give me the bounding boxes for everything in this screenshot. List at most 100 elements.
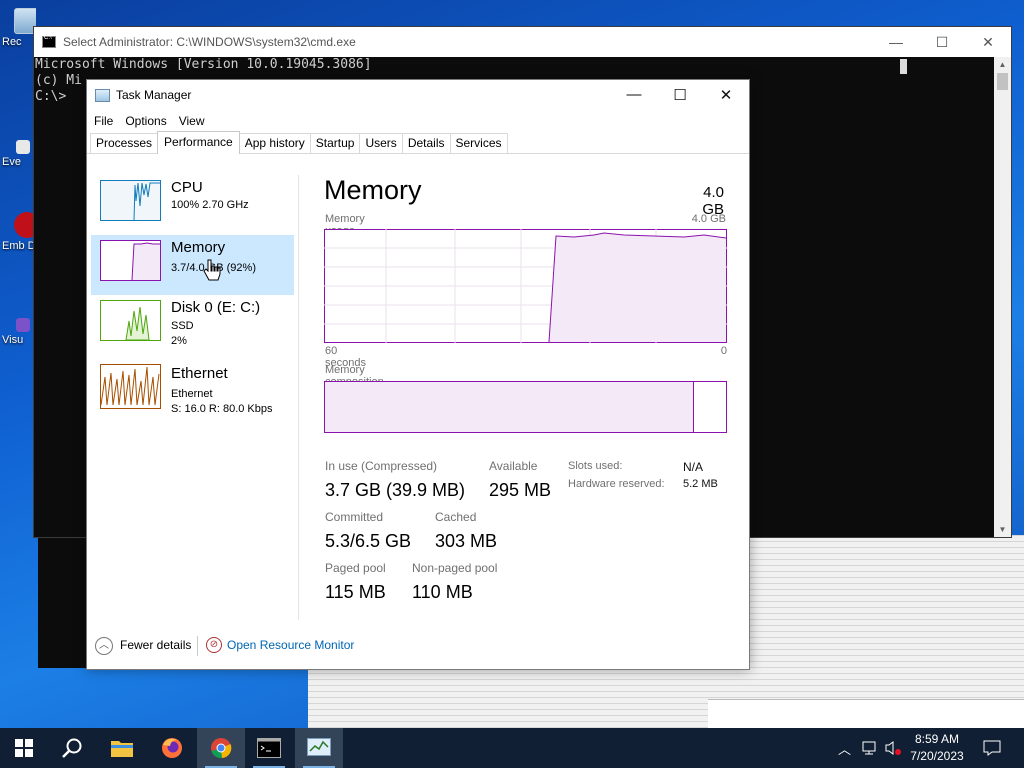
maximize-button[interactable]: ☐ [919,34,965,51]
cmd-app-icon [42,35,56,48]
notification-icon [983,740,1001,756]
scroll-down-arrow-icon[interactable]: ▼ [994,525,1011,534]
taskbar-chrome[interactable] [197,728,245,768]
hardware-reserved-value: 5.2 MB [683,478,718,490]
menu-view[interactable]: View [179,114,205,128]
tab-startup[interactable]: Startup [309,133,361,153]
paged-pool-label: Paged pool [325,561,386,575]
taskbar-file-explorer[interactable] [98,728,146,768]
search-button[interactable] [48,728,96,768]
graph-time-end: 0 [720,345,727,357]
tab-app-history[interactable]: App history [238,133,311,153]
slots-used-label: Slots used: [568,460,623,472]
memory-usage-graph [324,229,727,343]
search-icon [62,738,82,758]
visual-studio-icon [16,318,30,332]
tab-processes[interactable]: Processes [90,133,159,153]
system-clock[interactable]: 8:59 AM 7/20/2023 [902,731,972,765]
non-paged-pool-value: 110 MB [412,582,473,602]
in-use-label: In use (Compressed) [325,459,438,473]
memory-thumbnail-graph [100,240,161,281]
menu-options[interactable]: Options [125,114,166,128]
desktop-icon-recycle-bin[interactable]: Rec [2,8,36,48]
console-cursor [900,59,907,74]
action-center-button[interactable] [983,728,1001,768]
clock-time: 8:59 AM [914,732,960,746]
chevron-up-icon[interactable]: ︿ [95,637,113,655]
console-line: Microsoft Windows [Version 10.0.19045.30… [35,57,372,72]
show-hidden-icons-button[interactable]: ︿ [838,728,851,768]
task-manager-icon [307,738,331,756]
scrollbar-thumb[interactable] [997,73,1008,90]
hardware-reserved-label: Hardware reserved: [568,478,665,490]
cached-label: Cached [435,510,477,524]
windows-logo-icon [15,739,33,757]
cpu-thumbnail-graph [100,180,161,221]
close-button[interactable]: ✕ [965,34,1011,51]
committed-value: 5.3/6.5 GB [325,531,412,551]
fewer-details-link[interactable]: Fewer details [120,638,191,652]
sidebar-item-ethernet[interactable]: Ethernet Ethernet S: 16.0 R: 80.0 Kbps [91,361,294,421]
available-label: Available [489,459,538,473]
cached-value: 303 MB [435,531,498,551]
desktop-icon-embarcadero[interactable]: Emb De [2,212,36,252]
task-manager-window[interactable]: Task Manager — ☐ ✕ File Options View Pro… [86,79,750,670]
hand-pointer-cursor-icon [203,259,221,281]
memory-composition-bar [324,381,727,433]
tab-details[interactable]: Details [401,133,451,153]
event-viewer-icon [16,140,30,154]
task-manager-app-icon [95,88,110,102]
ethernet-stats: S: 16.0 R: 80.0 Kbps [171,403,273,415]
clock-date: 7/20/2023 [910,749,964,763]
tab-services[interactable]: Services [449,133,508,153]
performance-sidebar: CPU 100% 2.70 GHz Memory 3.7/4.0 GB (92%… [87,175,299,620]
tab-users[interactable]: Users [359,133,403,153]
disk-thumbnail-graph [100,300,161,341]
folder-icon [111,741,133,757]
sidebar-item-cpu[interactable]: CPU 100% 2.70 GHz [91,175,294,235]
committed-label: Committed [325,510,384,524]
task-manager-footer: ︿ Fewer details ⊘ Open Resource Monitor [87,628,749,668]
network-icon[interactable] [862,728,880,768]
menu-file[interactable]: File [94,114,113,128]
menu-bar: File Options View [87,110,749,132]
disk-stats: 2% [171,335,187,347]
cmd-titlebar[interactable]: Select Administrator: C:\WINDOWS\system3… [34,27,1011,57]
tab-performance[interactable]: Performance [157,131,240,154]
task-manager-titlebar[interactable]: Task Manager — ☐ ✕ [87,80,749,110]
cmd-title: Select Administrator: C:\WINDOWS\system3… [63,35,356,49]
sidebar-item-disk[interactable]: Disk 0 (E: C:) SSD 2% [91,295,294,355]
maximize-button[interactable]: ☐ [657,86,703,104]
sidebar-item-memory[interactable]: Memory 3.7/4.0 GB (92%) [91,235,294,295]
open-resource-monitor-link[interactable]: Open Resource Monitor [227,638,354,652]
minimize-button[interactable]: — [873,34,919,51]
ethernet-label: Ethernet [171,365,228,382]
disk-label: Disk 0 (E: C:) [171,299,261,316]
memory-in-use-segment[interactable] [325,382,694,432]
minimize-button[interactable]: — [611,86,657,104]
chrome-icon [211,738,232,759]
volume-muted-icon[interactable] [884,728,902,768]
cpu-stats: 100% 2.70 GHz [171,199,249,211]
taskbar-firefox[interactable] [148,728,196,768]
scroll-up-arrow-icon[interactable]: ▲ [994,60,1011,69]
desktop-icon-event-viewer[interactable]: Eve [2,140,36,168]
task-manager-title: Task Manager [116,88,192,102]
page-title: Memory [324,175,422,205]
taskbar-task-manager[interactable] [295,728,343,768]
ethernet-adapter: Ethernet [171,388,213,400]
desktop-icon-visual-studio[interactable]: Visu [2,318,36,346]
paged-pool-value: 115 MB [325,582,386,602]
resource-monitor-icon: ⊘ [206,637,222,653]
firefox-icon [162,738,182,758]
memory-label: Memory [171,239,226,256]
ethernet-thumbnail-graph [100,364,161,409]
close-button[interactable]: ✕ [703,86,749,104]
memory-usage-max: 4.0 GB [691,213,726,225]
taskbar-cmd[interactable] [245,728,293,768]
non-paged-pool-label: Non-paged pool [412,561,498,575]
chevron-up-icon: ︿ [838,741,852,757]
slots-used-value: N/A [683,460,704,474]
vertical-scrollbar[interactable]: ▲ ▼ [994,57,1011,537]
start-button[interactable] [0,728,48,768]
